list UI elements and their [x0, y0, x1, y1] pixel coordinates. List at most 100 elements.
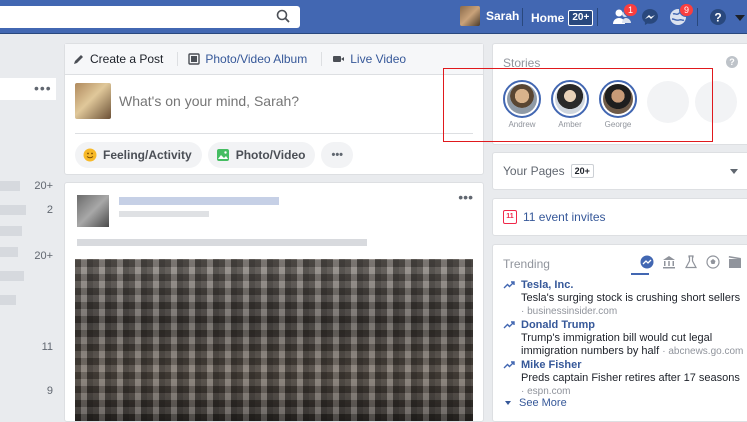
divider [697, 8, 698, 26]
trending-description: Tesla's surging stock is crushing short … [521, 292, 746, 318]
nav-count: 11 [41, 341, 53, 353]
friend-requests-badge: 1 [622, 3, 638, 17]
avatar [75, 83, 111, 119]
user-name: Sarah [486, 9, 520, 23]
trending-arrow-icon [503, 281, 515, 289]
nav-count: 20+ [34, 180, 53, 192]
avatar[interactable] [77, 195, 109, 227]
tab-label: Live Video [350, 52, 407, 66]
feed-post: ••• [64, 182, 484, 422]
home-link[interactable]: Home 20+ [531, 10, 594, 26]
trending-description: Preds captain Fisher retires after 17 se… [521, 372, 746, 398]
smiley-icon [83, 148, 97, 162]
composer-body [75, 75, 473, 134]
home-label: Home [531, 11, 565, 25]
sports-icon[interactable] [706, 255, 720, 269]
trending-source: · businessinsider.com [521, 306, 618, 317]
help-button[interactable]: ? [708, 7, 728, 27]
post-image[interactable] [75, 259, 473, 421]
composer-tabs: Create a Post Photo/Video Album Live Vid… [65, 44, 483, 75]
entertainment-icon[interactable] [728, 255, 742, 269]
post-meta-placeholder [119, 211, 209, 217]
nav-item-placeholder[interactable] [0, 295, 16, 305]
feeling-activity-button[interactable]: Feeling/Activity [75, 142, 202, 168]
chevron-down-icon[interactable] [730, 169, 738, 174]
calendar-icon: 11 [503, 210, 517, 224]
account-menu-button[interactable] [734, 12, 747, 32]
post-text-placeholder [77, 239, 367, 246]
post-options-icon[interactable]: ••• [458, 189, 473, 205]
chevron-down-icon [505, 401, 511, 405]
divider [321, 52, 323, 66]
nav-count: 2 [46, 204, 53, 216]
help-icon: ? [710, 9, 726, 25]
trending-topic[interactable]: Mike Fisher [521, 359, 582, 371]
divider [597, 8, 598, 26]
trending-category-tabs [632, 255, 742, 269]
top-navigation-bar: Sarah Home 20+ 1 9 ? [0, 0, 747, 34]
politics-icon[interactable] [662, 255, 676, 269]
svg-text:?: ? [714, 11, 721, 25]
trending-source: · abcnews.go.com [662, 346, 744, 357]
status-input[interactable] [119, 93, 449, 109]
composer-actions: Feeling/Activity Photo/Video ••• [65, 134, 483, 176]
trending-source: · espn.com [521, 386, 571, 397]
trending-headline: Tesla's surging stock is crushing short … [521, 292, 741, 304]
nav-item-placeholder[interactable] [0, 205, 26, 215]
nav-count: 20+ [34, 250, 53, 262]
nav-item-placeholder[interactable] [0, 247, 18, 257]
see-more-link[interactable]: See More [503, 397, 567, 409]
search-icon[interactable] [276, 9, 290, 26]
photo-album-icon [188, 53, 201, 65]
photo-video-button[interactable]: Photo/Video [207, 142, 316, 168]
your-pages-title: Your Pages [503, 164, 565, 178]
messenger-icon [642, 9, 658, 25]
more-button[interactable]: ••• [321, 142, 354, 168]
notifications-button[interactable]: 9 [668, 3, 694, 27]
trending-topic[interactable]: Donald Trump [521, 319, 595, 331]
avatar [460, 6, 480, 26]
tab-live-video[interactable]: Live Video [332, 52, 406, 66]
trending-topic[interactable]: Tesla, Inc. [521, 279, 573, 291]
nav-item-placeholder[interactable] [0, 226, 22, 236]
event-invites-label: 11 event invites [523, 210, 606, 224]
post-author-placeholder[interactable] [119, 197, 279, 205]
tab-label: Photo/Video Album [205, 52, 308, 66]
tab-create-post[interactable]: Create a Post [73, 52, 163, 66]
home-count-badge: 20+ [568, 10, 594, 26]
trending-headline: Preds captain Fisher retires after 17 se… [521, 372, 740, 384]
trending-title: Trending [503, 257, 550, 271]
chevron-down-icon [735, 15, 745, 21]
help-icon[interactable]: ? [726, 56, 738, 68]
left-navigation: ••• 20+ 2 20+ 11 9 [0, 33, 58, 420]
nav-item-placeholder[interactable] [0, 271, 24, 281]
nav-item-placeholder[interactable] [0, 181, 20, 191]
active-tab-indicator [631, 273, 649, 275]
divider [177, 52, 179, 66]
tab-label: Create a Post [90, 52, 164, 66]
trending-description: Trump's immigration bill would cut legal… [521, 332, 746, 358]
your-pages-card[interactable]: Your Pages 20+ [492, 152, 747, 190]
trending-top-icon[interactable] [640, 255, 654, 269]
profile-link[interactable]: Sarah [460, 6, 519, 26]
tab-photo-video-album[interactable]: Photo/Video Album [188, 52, 307, 66]
photo-icon [216, 149, 229, 161]
button-label: Feeling/Activity [103, 148, 192, 162]
search-input[interactable] [6, 9, 260, 27]
search-box[interactable] [0, 6, 300, 28]
pages-count-badge: 20+ [570, 164, 594, 178]
more-options-icon[interactable]: ••• [34, 80, 52, 96]
trending-card: Trending Tesla, Inc. Tesla's surging sto… [492, 244, 747, 422]
your-pages-header: Your Pages 20+ [503, 164, 594, 178]
event-invites-link[interactable]: 11 11 event invites [503, 210, 606, 224]
more-options-icon: ••• [331, 149, 344, 161]
events-card: 11 11 event invites [492, 198, 747, 236]
science-icon[interactable] [684, 255, 698, 269]
friend-requests-button[interactable]: 1 [612, 3, 638, 27]
trending-arrow-icon [503, 321, 515, 329]
video-camera-icon [333, 56, 345, 62]
nav-count: 9 [46, 385, 53, 397]
messenger-button[interactable] [640, 7, 660, 27]
post-composer: Create a Post Photo/Video Album Live Vid… [64, 43, 484, 175]
trending-arrow-icon [503, 361, 515, 369]
